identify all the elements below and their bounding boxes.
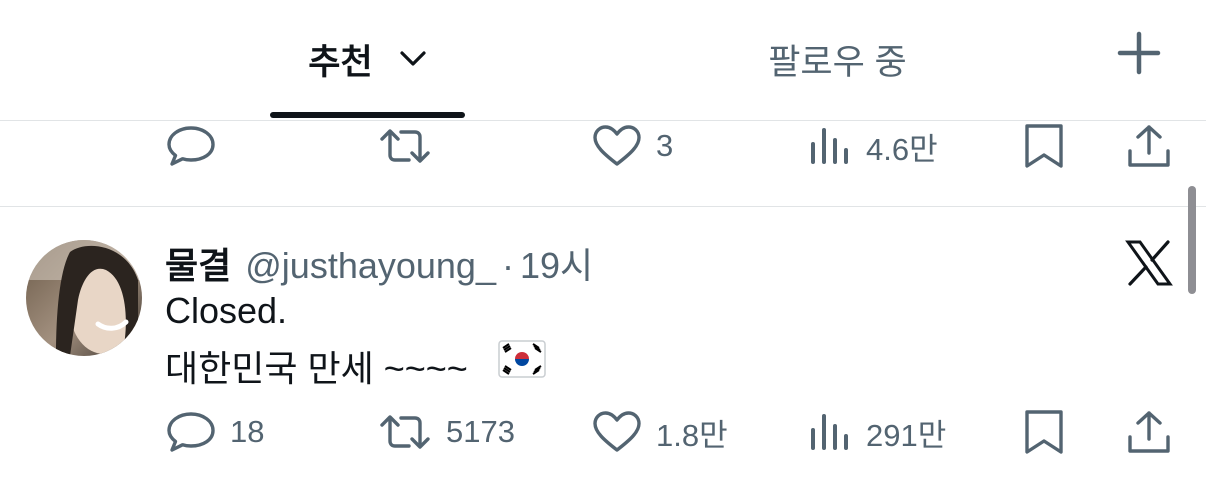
author-handle[interactable]: @justhayoung_	[245, 245, 496, 287]
bookmark-button[interactable]	[1022, 402, 1066, 462]
tab-following-label: 팔로우 중	[768, 42, 907, 82]
tab-recommended-label: 추천	[308, 42, 373, 82]
post-text-line-1: Closed.	[165, 290, 288, 331]
reply-count: 18	[230, 414, 265, 449]
repost-count: 5173	[446, 414, 515, 449]
tab-recommended[interactable]: 추천	[270, 0, 465, 118]
bookmark-button[interactable]	[1022, 116, 1066, 176]
top-tab-bar: 추천 팔로우 중	[0, 0, 1206, 121]
plus-icon[interactable]	[1116, 30, 1162, 76]
reply-button[interactable]	[166, 116, 216, 176]
repost-icon	[380, 415, 430, 449]
chevron-down-icon[interactable]	[399, 50, 427, 68]
post-header: 물결 @justhayoung_ · 19시	[165, 237, 593, 289]
share-icon	[1128, 411, 1170, 453]
separator-dot: ·	[501, 245, 514, 286]
bookmark-icon	[1025, 410, 1063, 454]
post-actions: 18 5173 1.8만 291만	[0, 402, 1206, 462]
like-button[interactable]: 3	[592, 116, 673, 176]
share-button[interactable]	[1126, 116, 1172, 176]
views-count: 4.6만	[866, 131, 938, 167]
heart-icon	[593, 411, 641, 452]
views-icon	[811, 128, 848, 164]
share-button[interactable]	[1126, 402, 1172, 462]
avatar[interactable]	[26, 240, 142, 356]
tab-following[interactable]: 팔로우 중	[740, 0, 935, 118]
like-button[interactable]: 1.8만	[592, 402, 728, 462]
like-count: 1.8만	[656, 417, 728, 453]
heart-icon	[593, 125, 641, 166]
post-divider	[0, 206, 1206, 207]
views-button[interactable]: 291만	[808, 402, 946, 462]
views-count: 291만	[866, 417, 947, 453]
reply-icon	[167, 412, 215, 452]
reply-button[interactable]: 18	[166, 402, 264, 462]
repost-icon	[380, 129, 430, 163]
repost-button[interactable]	[378, 116, 432, 176]
reply-icon	[167, 126, 215, 166]
like-count: 3	[656, 128, 674, 163]
bookmark-icon	[1025, 124, 1063, 168]
author-name[interactable]: 물결	[165, 237, 231, 289]
post-time[interactable]: 19시	[520, 237, 593, 289]
scrollbar-thumb[interactable]	[1188, 186, 1196, 294]
previous-post-actions: 3 4.6만	[0, 116, 1206, 176]
share-icon	[1128, 125, 1170, 167]
x-logo-icon[interactable]	[1124, 238, 1174, 288]
views-button[interactable]: 4.6만	[808, 116, 938, 176]
south-korea-flag-icon	[498, 340, 546, 378]
views-icon	[811, 414, 848, 450]
repost-button[interactable]: 5173	[378, 402, 515, 462]
post-text-line-2: 대한민국 만세 ~~~~	[165, 348, 468, 389]
